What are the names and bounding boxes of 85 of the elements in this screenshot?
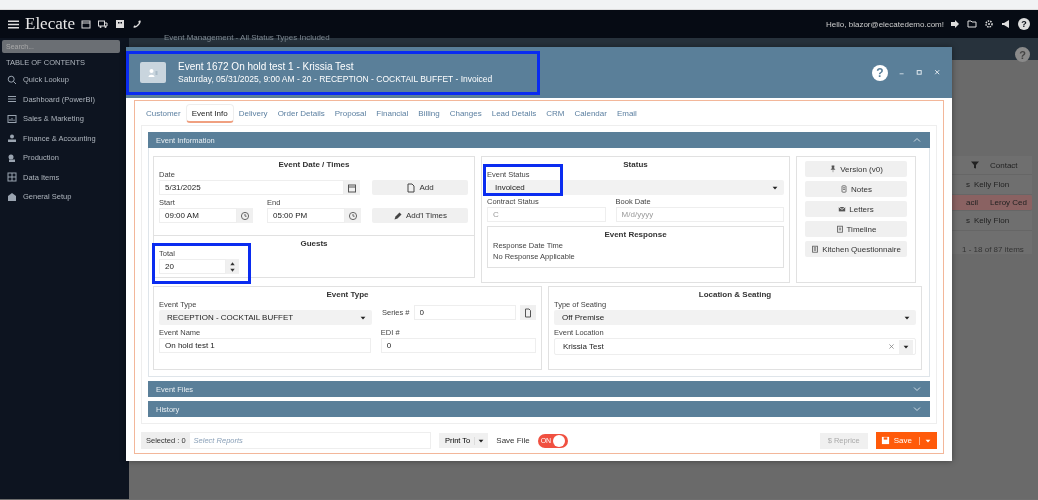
- clock-icon: [240, 210, 250, 221]
- start-time-field[interactable]: 09:00 AM: [159, 208, 237, 223]
- calendar-button[interactable]: [344, 180, 360, 195]
- card-title: Guests: [299, 239, 329, 248]
- contract-status-field[interactable]: C: [487, 207, 606, 222]
- file-plus-icon: [406, 182, 417, 193]
- calendar-icon: [347, 182, 357, 193]
- floppy-icon: [880, 436, 890, 445]
- grid-icon: [7, 172, 17, 183]
- card-title: Event Date / Times: [277, 160, 351, 169]
- chevron-up-icon: [912, 135, 922, 145]
- side-button[interactable]: Kitchen Questionnaire: [805, 241, 907, 257]
- guest-count-field[interactable]: 20: [159, 259, 227, 274]
- envelope-icon: [838, 205, 847, 213]
- tab[interactable]: Customer: [141, 104, 186, 123]
- event-type-dropdown[interactable]: RECEPTION - COCKTAIL BUFFET: [159, 310, 372, 325]
- pencil-icon: [392, 210, 403, 221]
- document-button[interactable]: [520, 305, 536, 320]
- chart-icon: [7, 113, 17, 124]
- edi-field[interactable]: 0: [380, 338, 536, 353]
- clock-icon: [348, 210, 358, 221]
- clear-icon: [888, 343, 895, 350]
- building-icon: [7, 191, 17, 202]
- save-file-label: Save File: [496, 436, 530, 445]
- seating-dropdown[interactable]: Off Premise: [554, 310, 916, 325]
- table-cell-text: acil: [965, 198, 979, 207]
- clock-button[interactable]: [345, 208, 361, 223]
- card-title: Event Response: [603, 230, 668, 239]
- location-dropdown[interactable]: Krissia Test: [554, 338, 916, 355]
- tab[interactable]: Changes: [444, 104, 487, 123]
- tab[interactable]: Proposal: [329, 104, 372, 123]
- table-cell: Leroy Ced: [990, 198, 1027, 207]
- maximize-icon: [916, 68, 924, 77]
- tab[interactable]: Order Details: [272, 104, 330, 123]
- card-title: Status: [622, 160, 649, 169]
- tab[interactable]: Billing: [413, 104, 445, 123]
- filter-icon: [970, 160, 980, 170]
- greeting-text: Hello, blazor@elecatedemo.com!: [826, 19, 944, 29]
- tab[interactable]: Calendar: [569, 104, 612, 123]
- series-field[interactable]: 0: [413, 305, 516, 320]
- side-button[interactable]: Version (v0): [805, 161, 907, 177]
- truck-icon: [98, 19, 108, 29]
- folder-icon: [967, 19, 977, 29]
- event-name-field[interactable]: On hold test 1: [159, 338, 371, 353]
- tab[interactable]: Delivery: [233, 104, 273, 123]
- column-header: Contact: [990, 160, 1018, 170]
- app-logo: Elecate: [25, 14, 75, 34]
- pin-icon: [829, 165, 838, 173]
- clipboard-icon: [835, 225, 844, 233]
- side-button[interactable]: Letters: [805, 201, 907, 217]
- side-button[interactable]: Timeline: [805, 221, 907, 237]
- card-title: Location & Seating: [697, 290, 773, 299]
- phone-icon: [132, 19, 142, 29]
- card-title: Event Type: [325, 290, 370, 299]
- date-field[interactable]: 5/31/2025: [159, 180, 344, 195]
- calendar-icon: [81, 19, 91, 29]
- clock-button[interactable]: [237, 208, 253, 223]
- table-cell: Kelly Flon: [974, 216, 1010, 225]
- help-button[interactable]: ?: [1018, 18, 1030, 30]
- menu-icon: [8, 18, 19, 30]
- settings-icon: [984, 19, 994, 29]
- tab[interactable]: Financial: [371, 104, 414, 123]
- file-icon: [523, 307, 533, 318]
- tab[interactable]: Email: [611, 104, 642, 123]
- person-icon: [147, 67, 159, 78]
- dialog-title: Event 1672 On hold test 1 - Krissia Test: [178, 61, 355, 72]
- tab[interactable]: Lead Details: [486, 104, 542, 123]
- end-time-field[interactable]: 05:00 PM: [267, 208, 345, 223]
- megaphone-icon: [1001, 19, 1011, 29]
- form-icon: [811, 245, 820, 253]
- tab[interactable]: Event Info: [185, 104, 234, 123]
- building-icon: [115, 19, 125, 29]
- add-button[interactable]: Add: [372, 180, 468, 195]
- book-date-field[interactable]: M/d/yyyy: [615, 207, 784, 222]
- search-icon: [7, 74, 17, 85]
- table-cell: Kelly Flon: [974, 180, 1010, 189]
- event-status-dropdown[interactable]: Invoiced: [487, 180, 784, 195]
- sign-out-icon: [950, 19, 960, 29]
- list-icon: [7, 94, 17, 105]
- dialog-subtitle: Saturday, 05/31/2025, 9:00 AM - 20 - RECEPTION - COCKTAIL BUFFET - Invoiced: [178, 74, 493, 84]
- help-button[interactable]: ?: [872, 64, 888, 81]
- add-times-button[interactable]: Add'l Times: [372, 208, 468, 223]
- close-icon: [934, 68, 942, 77]
- side-button[interactable]: Notes: [805, 181, 907, 197]
- tab[interactable]: CRM: [541, 104, 570, 123]
